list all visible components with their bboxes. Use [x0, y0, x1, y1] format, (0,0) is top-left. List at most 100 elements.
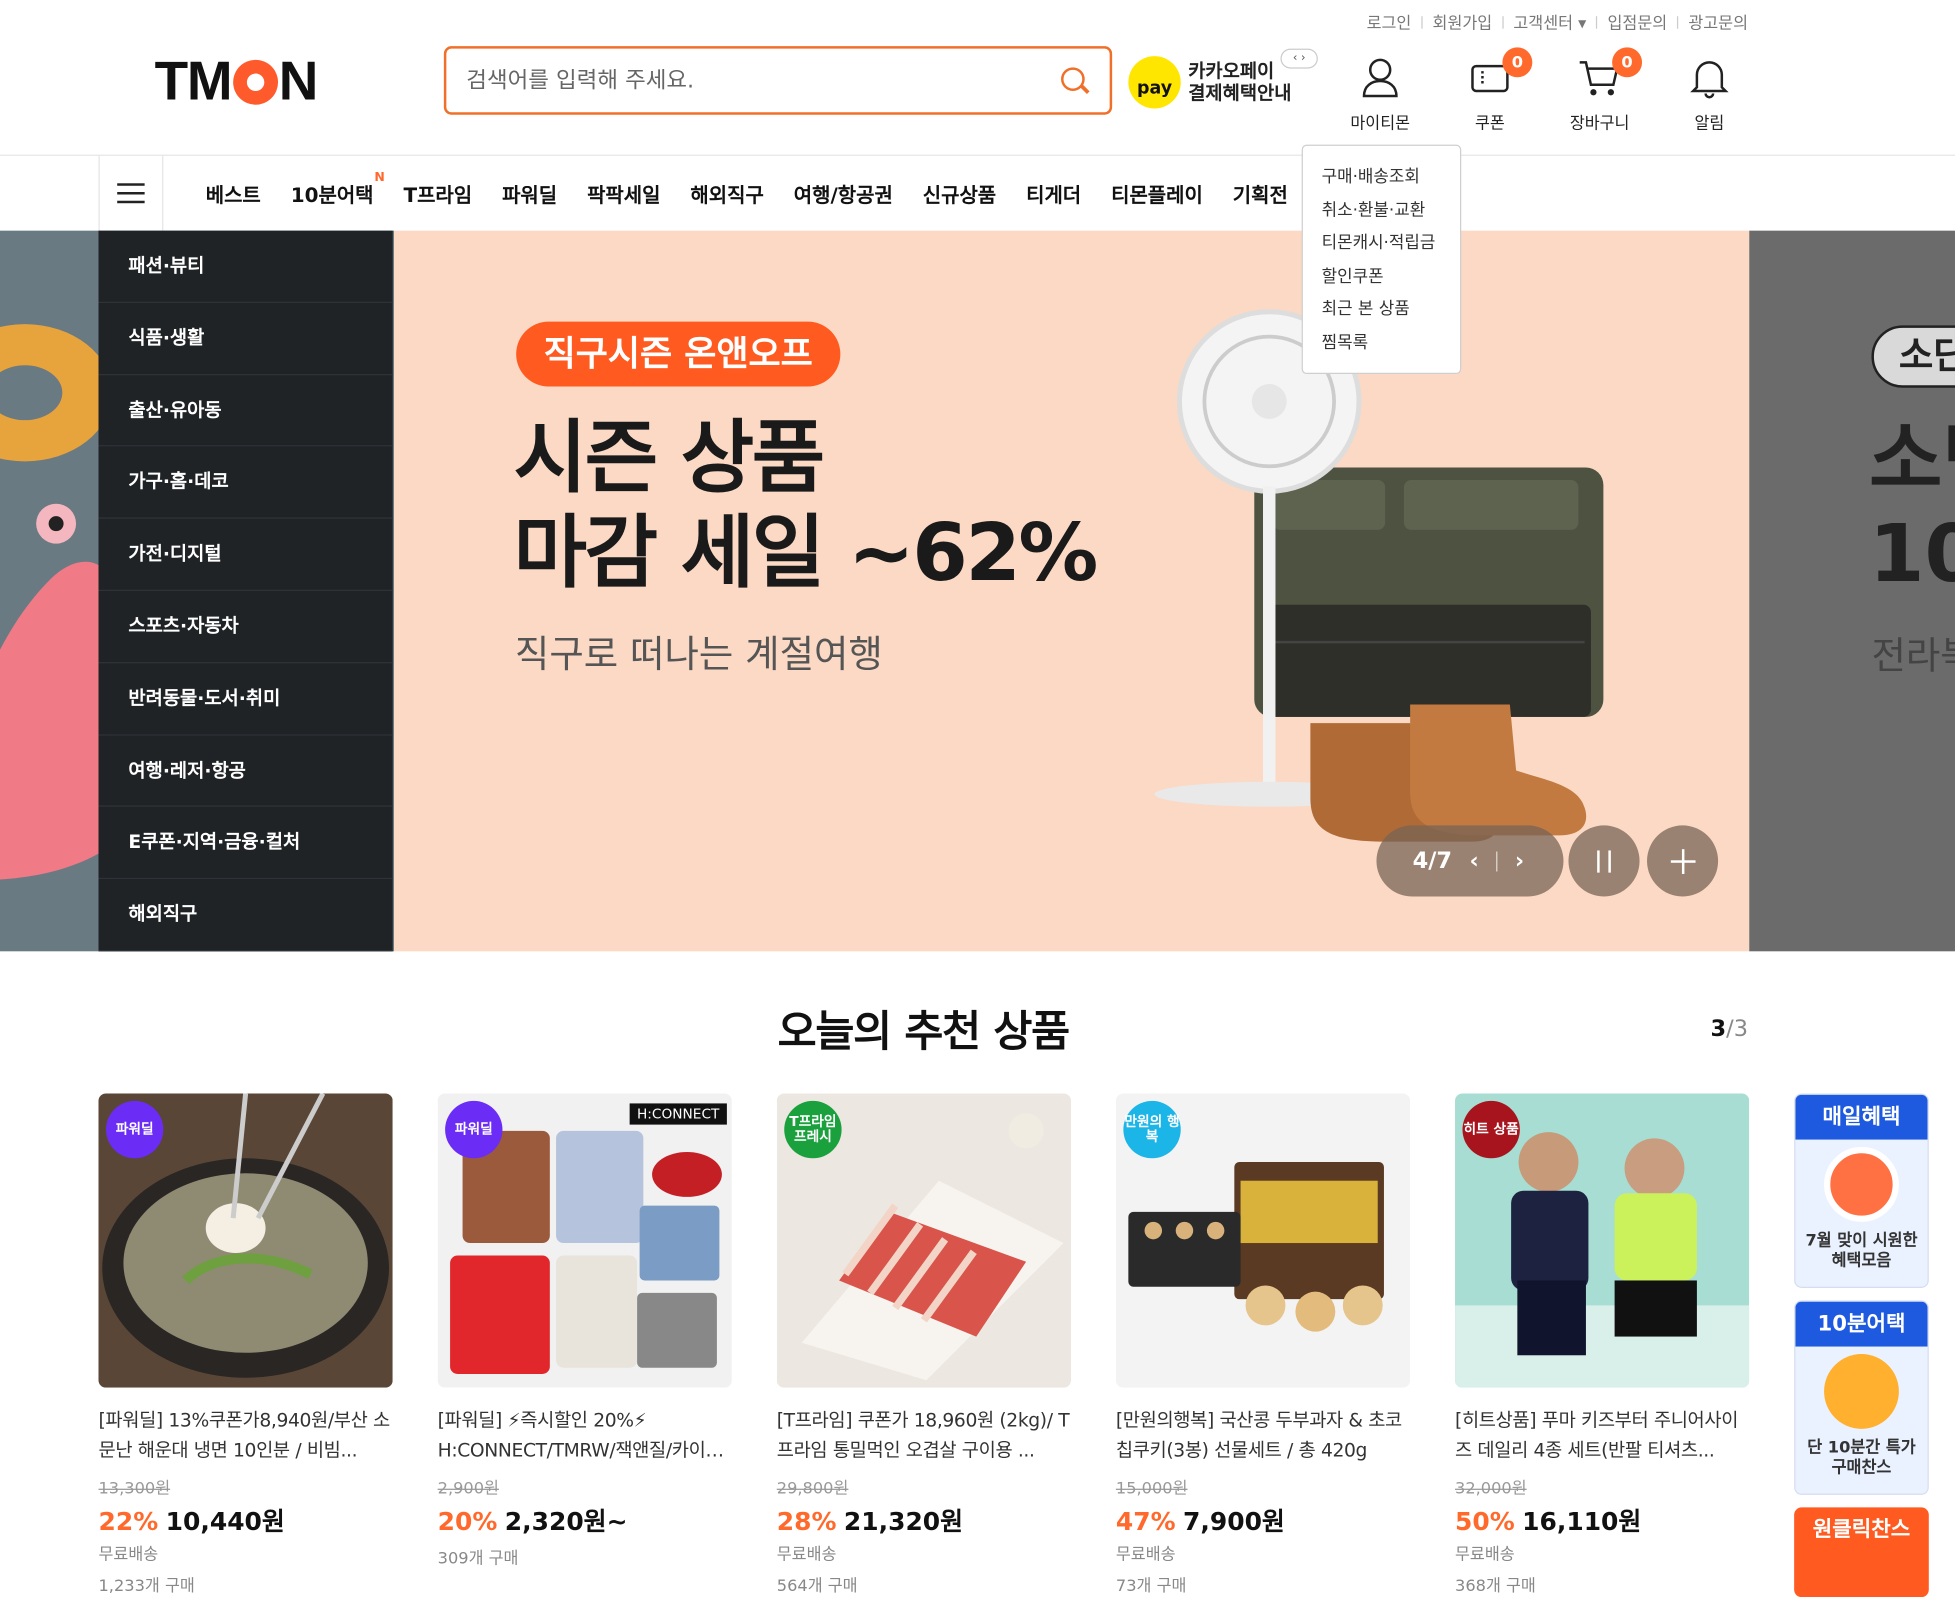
category-pets-books-hobby[interactable]: 반려동물·도서·취미 — [98, 663, 393, 736]
product-card[interactable]: H:CONNECT 파워딜 [파워딜] ⚡즉시할인 20%⚡ H:CONNECT… — [437, 1093, 732, 1569]
notification-button[interactable]: 알림 — [1666, 55, 1753, 133]
nav-item-tgather[interactable]: 티게더 — [1026, 178, 1081, 208]
nav-item-10min-attack-label: 10분어택 — [290, 183, 374, 207]
ad-inquiry-link[interactable]: 광고문의 — [1688, 10, 1748, 34]
kakao-line2: 결제혜택안내 — [1188, 82, 1292, 105]
cart-button[interactable]: 0 장바구니 — [1556, 47, 1643, 133]
login-link[interactable]: 로그인 — [1367, 10, 1412, 34]
menu-cancel-refund[interactable]: 취소·환불·교환 — [1322, 194, 1460, 227]
product-card[interactable]: 히트 상품 [히트상품] 푸마 키즈부터 주니어사이즈 데일리 4종 세트(반팔… — [1455, 1093, 1750, 1596]
kakaopay-benefit-banner[interactable]: pay 카카오페이 결제혜택안내 ‹ › — [1128, 48, 1318, 109]
10min-attack-banner[interactable]: 10분어택 단 10분간 특가구매찬스 — [1794, 1300, 1929, 1495]
customer-center-link[interactable]: 고객센터 ▾ — [1513, 10, 1586, 34]
banner-headline: 시즌 상품 마감 세일 ~62% — [513, 411, 1099, 601]
nav-item-travel[interactable]: 여행/항공권 — [794, 178, 893, 208]
search-box — [443, 46, 1113, 115]
hamburger-menu-icon[interactable] — [98, 155, 164, 231]
daily-benefit-title: 매일혜택 — [1795, 1094, 1928, 1140]
product-title[interactable]: [파워딜] 13%쿠폰가8,940원/부산 소문난 해운대 냉면 10인분 / … — [98, 1405, 392, 1465]
sold-count: 309개 구매 — [437, 1549, 519, 1569]
nav-item-10min-attack[interactable]: 10분어택 N — [290, 171, 385, 208]
discount-rate: 20% — [437, 1506, 498, 1537]
next-banner-peek[interactable]: 소단 소단 10 전라북 — [1749, 230, 1955, 952]
kakao-line1: 카카오페이 — [1188, 59, 1275, 83]
product-image[interactable]: 만원의 행복 — [1115, 1093, 1411, 1388]
product-card[interactable]: T프라임 프레시 [T프라임] 쿠폰가 18,960원 (2kg)/ T프라임 … — [776, 1093, 1072, 1596]
nav-item-exhibition[interactable]: 기획전 — [1233, 178, 1288, 208]
menu-recent-viewed[interactable]: 최근 본 상품 — [1322, 293, 1460, 326]
nav-item-best[interactable]: 베스트 — [206, 178, 261, 208]
category-baby-kids[interactable]: 출산·유아동 — [98, 375, 393, 447]
original-price: 15,000원 — [1115, 1479, 1188, 1499]
category-furniture-home[interactable]: 가구·홈·데코 — [98, 447, 393, 519]
product-image[interactable]: H:CONNECT 파워딜 — [437, 1093, 732, 1388]
pause-icon[interactable] — [1568, 825, 1640, 897]
mytmon-dropdown: 구매·배송조회 취소·환불·교환 티몬캐시·적립금 할인쿠폰 최근 본 상품 찜… — [1301, 144, 1462, 375]
banner-pager: 4/7 ‹ › — [1376, 825, 1564, 897]
plus-icon[interactable] — [1647, 825, 1719, 897]
10min-attack-title: 10분어택 — [1795, 1301, 1928, 1347]
daily-benefit-banner[interactable]: 매일혜택 7월 맞이 시원한 혜택모음 — [1794, 1093, 1929, 1288]
sale-price: 20% 2,320원~ — [438, 1501, 732, 1537]
product-title[interactable]: [T프라임] 쿠폰가 18,960원 (2kg)/ T프라임 통밀먹인 오겹살 … — [777, 1405, 1071, 1465]
original-price: 32,000원 — [1455, 1479, 1527, 1499]
oneclick-chance-banner[interactable]: 원클릭찬스 — [1794, 1507, 1929, 1597]
menu-wishlist[interactable]: 찜목록 — [1322, 326, 1460, 359]
coupon-icon: 0 — [1467, 47, 1533, 100]
oneclick-chance-title: 원클릭찬스 — [1812, 1517, 1911, 1543]
nav-item-pakpak-sale[interactable]: 팍팍세일 — [587, 178, 660, 208]
category-electronics[interactable]: 가전·디지털 — [98, 519, 393, 591]
nav-item-tmonplay[interactable]: 티몬플레이 — [1111, 178, 1203, 208]
nav-item-overseas[interactable]: 해외직구 — [690, 178, 763, 208]
prev-arrow-icon[interactable]: ‹ — [1470, 848, 1479, 874]
banner-headline-line1: 시즌 상품 — [513, 412, 825, 505]
product-image[interactable]: 히트 상품 — [1455, 1093, 1750, 1388]
discount-rate: 50% — [1455, 1506, 1515, 1537]
discount-rate: 47% — [1115, 1506, 1176, 1537]
product-image[interactable]: 파워딜 — [98, 1093, 393, 1388]
banner-subline: 직구로 떠나는 계절여행 — [514, 633, 883, 678]
cart-badge: 0 — [1612, 47, 1643, 78]
product-title[interactable]: [파워딜] ⚡즉시할인 20%⚡ H:CONNECT/TMRW/잭앤질/카이아.… — [438, 1405, 732, 1465]
product-card[interactable]: 파워딜 [파워딜] 13%쿠폰가8,940원/부산 소문난 해운대 냉면 10인… — [98, 1093, 393, 1596]
signup-link[interactable]: 회원가입 — [1433, 10, 1493, 34]
category-travel-leisure[interactable]: 여행·레저·항공 — [98, 735, 393, 808]
product-image[interactable]: T프라임 프레시 — [776, 1093, 1072, 1388]
category-food-living[interactable]: 식품·생활 — [98, 303, 393, 375]
sale-price: 50% 16,110원 — [1455, 1501, 1749, 1537]
menu-discount-coupon[interactable]: 할인쿠폰 — [1322, 260, 1460, 293]
tmon-logo[interactable]: TM N — [155, 54, 319, 110]
category-fashion-beauty[interactable]: 패션·뷰티 — [98, 231, 393, 303]
original-price: 29,800원 — [776, 1479, 849, 1499]
page-total: /3 — [1726, 1016, 1749, 1043]
partner-inquiry-link[interactable]: 입점문의 — [1608, 10, 1668, 34]
category-sports-auto[interactable]: 스포츠·자동차 — [98, 591, 393, 664]
search-input[interactable] — [466, 67, 1060, 94]
coupon-button[interactable]: 0 쿠폰 — [1446, 47, 1533, 134]
category-overseas[interactable]: 해외직구 — [98, 879, 393, 952]
menu-order-tracking[interactable]: 구매·배송조회 — [1322, 161, 1460, 194]
next-arrow-icon[interactable]: › — [1515, 848, 1524, 874]
product-title[interactable]: [히트상품] 푸마 키즈부터 주니어사이즈 데일리 4종 세트(반팔 티셔츠..… — [1455, 1405, 1749, 1465]
category-ecoupon-culture[interactable]: E쿠폰·지역·금융·컬처 — [98, 807, 393, 880]
main-nav: 베스트 10분어택 N T프라임 파워딜 팍팍세일 해외직구 여행/항공권 신규상… — [98, 155, 1345, 231]
next-banner-big2: 10 — [1868, 508, 1955, 601]
product-card[interactable]: 만원의 행복 [만원의행복] 국산콩 두부과자 & 초코칩쿠키(3봉) 선물세트… — [1115, 1093, 1411, 1596]
nav-item-tprime[interactable]: T프라임 — [403, 178, 472, 208]
nav-item-new[interactable]: 신규상품 — [923, 178, 996, 208]
discount-rate: 28% — [776, 1506, 837, 1537]
original-price: 2,900원 — [437, 1479, 499, 1499]
mytmon-button[interactable]: 마이티몬 — [1337, 55, 1424, 133]
nav-item-powerdeal[interactable]: 파워딜 — [502, 178, 557, 208]
search-icon[interactable] — [1060, 65, 1090, 95]
coupon-label: 쿠폰 — [1475, 114, 1505, 134]
shipping-info: 무료배송 — [1115, 1546, 1176, 1565]
new-mark: N — [374, 170, 385, 185]
happy-10k-badge: 만원의 행복 — [1123, 1100, 1181, 1159]
10min-attack-sub: 단 10분간 특가구매찬스 — [1807, 1438, 1916, 1478]
kakao-arrows[interactable]: ‹ › — [1280, 48, 1318, 69]
hit-product-badge: 히트 상품 — [1462, 1100, 1520, 1159]
powerdeal-badge: 파워딜 — [105, 1100, 164, 1159]
menu-cash-points[interactable]: 티몬캐시·적립금 — [1322, 227, 1460, 260]
product-title[interactable]: [만원의행복] 국산콩 두부과자 & 초코칩쿠키(3봉) 선물세트 / 총 42… — [1116, 1405, 1410, 1465]
